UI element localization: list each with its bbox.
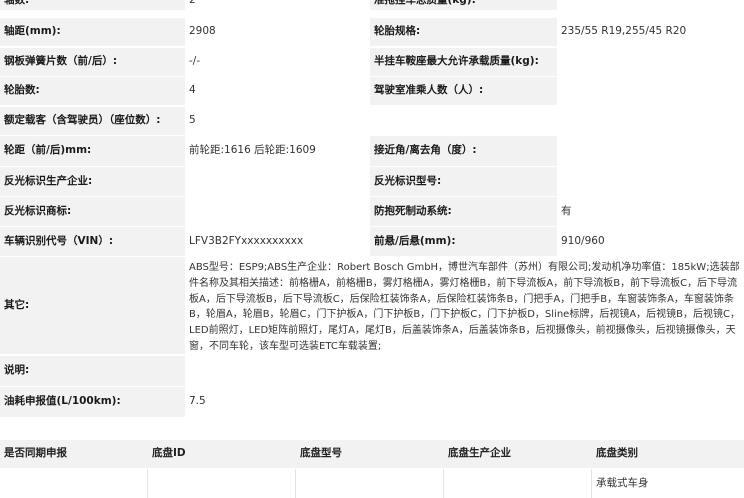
note-value (185, 356, 744, 386)
cab-passengers-value (557, 77, 744, 105)
tire-spec-label: 轮胎规格: (370, 18, 557, 46)
spec-row-fuel: 油耗申报值(L/100km): 7.5 (0, 387, 744, 417)
overhang-label: 前悬/后悬(mm): (370, 227, 557, 256)
cab-passengers-label: 驾驶室准乘人数（人）: (370, 77, 557, 105)
spec-row-axles: 轴数: 2 准拖挂车总质量(kg): (0, 0, 744, 10)
chassis-table-header: 是否同期申报 底盘ID 底盘型号 底盘生产企业 底盘类别 (0, 440, 744, 468)
axles-label: 轴数: (0, 0, 185, 10)
abs-label: 防抱死制动系统: (370, 197, 557, 226)
chassis-table-row: 承载式车身 (0, 469, 744, 498)
reflector-maker-value (185, 167, 370, 196)
other-label: 其它: (0, 257, 185, 354)
leaf-spring-value: -/- (185, 48, 370, 76)
spec-row-tire-count: 轮胎数: 4 驾驶室准乘人数（人）: (0, 77, 744, 105)
fuel-label: 油耗申报值(L/100km): (0, 387, 185, 417)
spec-row-note: 说明: (0, 356, 744, 386)
fuel-value: 7.5 (185, 387, 744, 417)
spec-row-vin: 车辆识别代号（VIN）: LFV3B2FYxxxxxxxxxx 前悬/后悬(mm… (0, 227, 744, 256)
spec-row-track: 轮距（前/后)mm: 前轮距:1616 后轮距:1609 接近角/离去角（度）: (0, 136, 744, 166)
vin-value: LFV3B2FYxxxxxxxxxx (185, 227, 370, 256)
chassis-cell-id (148, 469, 296, 498)
seats-value: 5 (185, 107, 744, 135)
tire-count-label: 轮胎数: (0, 77, 185, 105)
spec-row-reflector-brand: 反光标识商标: 防抱死制动系统: 有 (0, 197, 744, 226)
semi-trailer-label: 半挂车鞍座最大允许承载质量(kg): (370, 48, 557, 76)
tire-count-value: 4 (185, 77, 370, 105)
track-value: 前轮距:1616 后轮距:1609 (185, 136, 370, 166)
other-value: ABS型号：ESP9;ABS生产企业：Robert Bosch GmbH，博世汽… (185, 257, 744, 354)
wheelbase-label: 轴距(mm): (0, 18, 185, 46)
axles-value: 2 (185, 0, 370, 10)
seats-label: 额定载客（含驾驶员）（座位数）: (0, 107, 185, 135)
vehicle-spec-sheet: 轴数: 2 准拖挂车总质量(kg): 轴距(mm): 2908 轮胎规格: 23… (0, 0, 744, 498)
note-label: 说明: (0, 356, 185, 386)
chassis-header-category: 底盘类别 (592, 440, 744, 468)
reflector-model-label: 反光标识型号: (370, 167, 557, 196)
track-label: 轮距（前/后)mm: (0, 136, 185, 166)
trailer-mass-label: 准拖挂车总质量(kg): (370, 0, 557, 10)
spec-row-seats: 额定载客（含驾驶员）（座位数）: 5 (0, 107, 744, 135)
chassis-header-id: 底盘ID (148, 440, 296, 468)
wheelbase-value: 2908 (185, 18, 370, 46)
chassis-cell-same-period (0, 469, 148, 498)
abs-value: 有 (557, 197, 744, 226)
overhang-value: 910/960 (557, 227, 744, 256)
spec-row-reflector-maker: 反光标识生产企业: 反光标识型号: (0, 167, 744, 196)
chassis-cell-maker (444, 469, 592, 498)
trailer-mass-value (557, 0, 744, 10)
chassis-header-maker: 底盘生产企业 (444, 440, 592, 468)
chassis-header-same-period: 是否同期申报 (0, 440, 148, 468)
reflector-brand-label: 反光标识商标: (0, 197, 185, 226)
chassis-cell-model (296, 469, 444, 498)
chassis-cell-category: 承载式车身 (592, 469, 744, 498)
spec-row-wheelbase: 轴距(mm): 2908 轮胎规格: 235/55 R19,255/45 R20 (0, 18, 744, 46)
spec-row-leaf-spring: 钢板弹簧片数（前/后）: -/- 半挂车鞍座最大允许承载质量(kg): (0, 48, 744, 76)
approach-angle-label: 接近角/离去角（度）: (370, 136, 557, 166)
reflector-maker-label: 反光标识生产企业: (0, 167, 185, 196)
tire-spec-value: 235/55 R19,255/45 R20 (557, 18, 744, 46)
approach-angle-value (557, 136, 744, 166)
semi-trailer-value (557, 48, 744, 76)
reflector-brand-value (185, 197, 370, 226)
vin-label: 车辆识别代号（VIN）: (0, 227, 185, 256)
chassis-header-model: 底盘型号 (296, 440, 444, 468)
leaf-spring-label: 钢板弹簧片数（前/后）: (0, 48, 185, 76)
spec-row-other: 其它: ABS型号：ESP9;ABS生产企业：Robert Bosch GmbH… (0, 257, 744, 354)
reflector-model-value (557, 167, 744, 196)
